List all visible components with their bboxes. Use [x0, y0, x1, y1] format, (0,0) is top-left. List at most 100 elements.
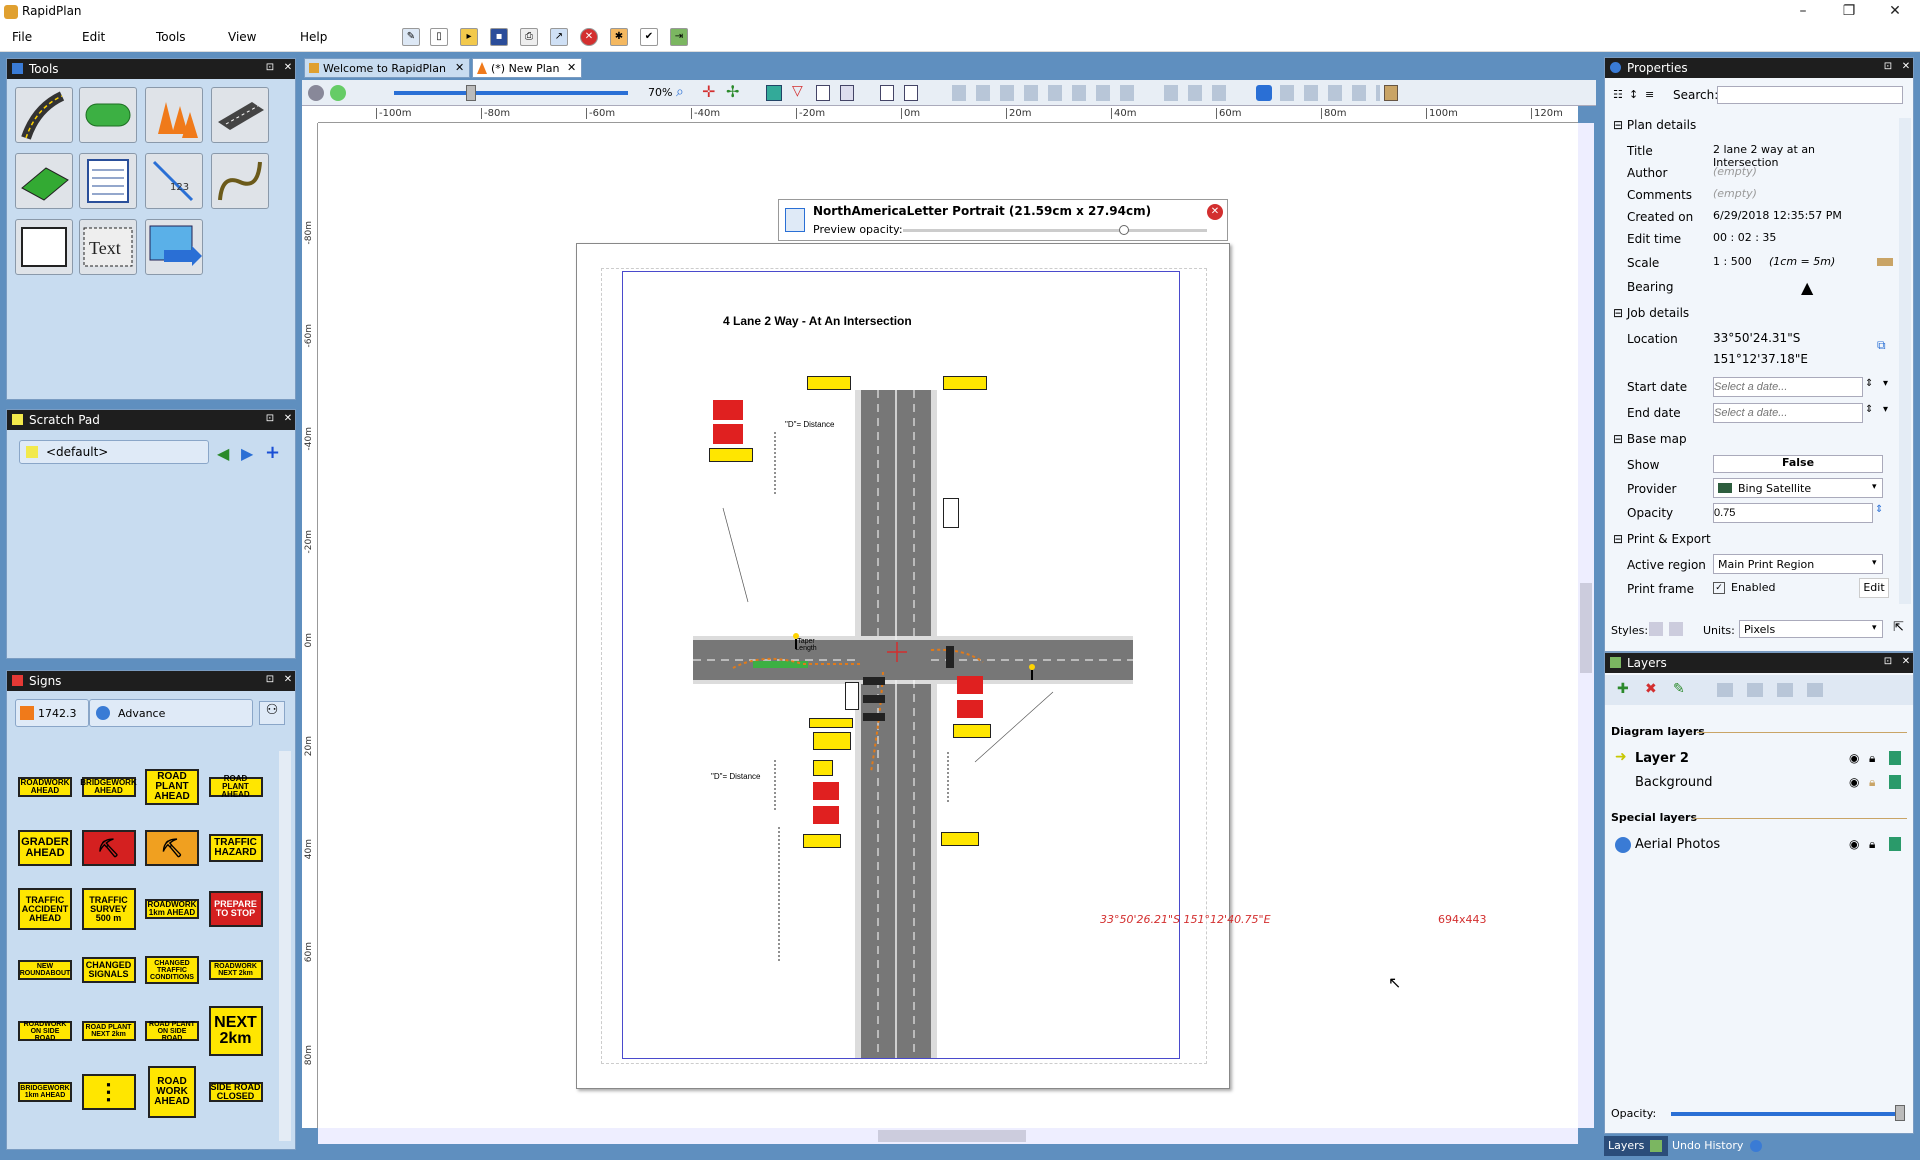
- settings-icon[interactable]: ✱: [610, 28, 628, 46]
- copy-icon[interactable]: ⧉: [1877, 338, 1886, 353]
- sign-end-roadwork[interactable]: [807, 376, 851, 390]
- sign-item[interactable]: GRADER AHEAD: [18, 830, 72, 866]
- categorized-icon[interactable]: ☷: [1613, 88, 1623, 101]
- sign-prepare-top[interactable]: [713, 400, 743, 420]
- bottom-tab-undo-history[interactable]: Undo History: [1668, 1136, 1766, 1156]
- sign-prepare-bottom[interactable]: [813, 782, 839, 800]
- sign-item[interactable]: SIDE ROAD CLOSED: [208, 1082, 263, 1102]
- sign-item[interactable]: TRAFFIC HAZARD: [208, 834, 263, 862]
- minimize-button[interactable]: –: [1780, 0, 1826, 22]
- north-icon[interactable]: ✢: [726, 82, 739, 101]
- sign-end-roadwork-bottom[interactable]: [941, 832, 979, 846]
- cancel-icon[interactable]: ✕: [580, 28, 598, 46]
- sign-item[interactable]: ROAD PLANT NEXT 2km: [81, 1021, 136, 1041]
- close-panel-icon[interactable]: ✕: [1899, 655, 1913, 669]
- list-view-icon[interactable]: ≡: [1645, 88, 1654, 101]
- frame-tool-button[interactable]: [15, 219, 73, 275]
- close-panel-icon[interactable]: ✕: [1899, 60, 1913, 74]
- list-icon[interactable]: [816, 85, 830, 101]
- pin-icon[interactable]: ⊡: [263, 412, 277, 426]
- pin-icon[interactable]: ⊡: [1881, 655, 1895, 669]
- binoculars-icon[interactable]: ⚇: [259, 701, 285, 725]
- sign-worker-right[interactable]: [957, 700, 983, 718]
- author-value[interactable]: (empty): [1713, 165, 1757, 178]
- table-tool-button[interactable]: [79, 153, 137, 209]
- style-icon[interactable]: [1649, 622, 1663, 636]
- layer-edit-icon[interactable]: ✎: [1673, 681, 1685, 697]
- sign-item[interactable]: TRAFFIC SURVEY 500 m: [81, 888, 136, 930]
- close-panel-icon[interactable]: ✕: [281, 412, 295, 426]
- sign-item[interactable]: TRAFFIC ACCIDENT AHEAD: [18, 888, 72, 930]
- page-setup-icon[interactable]: [904, 85, 918, 101]
- menu-file[interactable]: File: [12, 30, 32, 44]
- sign-item[interactable]: ROADWORK AHEAD: [18, 777, 72, 797]
- curve-tool-button[interactable]: [211, 153, 269, 209]
- section-print-export[interactable]: ⊟ Print & Export: [1613, 532, 1845, 552]
- layer-icon[interactable]: [330, 85, 346, 101]
- save-icon[interactable]: ▪: [490, 28, 508, 46]
- sign-item[interactable]: NEXT 2km: [208, 1006, 263, 1056]
- text-tool-button[interactable]: Text: [79, 219, 137, 275]
- sign-worker-top[interactable]: [713, 424, 743, 444]
- start-date-input[interactable]: [1713, 377, 1863, 397]
- menu-view[interactable]: View: [228, 30, 256, 44]
- pin-icon[interactable]: ⊡: [263, 61, 277, 75]
- layer-opacity-thumb[interactable]: [1895, 1105, 1905, 1121]
- back-arrow-icon[interactable]: ◀: [217, 444, 229, 463]
- globe-icon[interactable]: [308, 85, 324, 101]
- sign-item[interactable]: ⛏: [81, 830, 136, 866]
- page-icon[interactable]: [880, 85, 894, 101]
- zoom-icon[interactable]: ⌕: [676, 84, 684, 100]
- sign-pedestrian[interactable]: [809, 718, 853, 728]
- sign-item[interactable]: BRIDGEWORK 1km AHEAD: [18, 1082, 72, 1102]
- close-preview-icon[interactable]: ✕: [1207, 204, 1223, 220]
- tab-new-plan[interactable]: (*) New Plan ✕: [472, 58, 582, 78]
- tab-welcome[interactable]: Welcome to RapidPlan ✕: [304, 58, 470, 78]
- sign-lane-arrows[interactable]: [813, 760, 833, 776]
- close-window-button[interactable]: ✕: [1872, 0, 1918, 22]
- sign-code-select[interactable]: 1742.3: [15, 699, 89, 727]
- maximize-button[interactable]: ❐: [1826, 0, 1872, 22]
- sign-item[interactable]: ROADWORK NEXT 2km: [208, 960, 263, 980]
- sign-item[interactable]: BRIDGEWORK AHEAD: [80, 777, 137, 797]
- shape-tool-button[interactable]: [79, 87, 137, 143]
- sign-category-select[interactable]: Advance: [89, 699, 253, 727]
- close-tab-icon[interactable]: ✕: [455, 61, 464, 74]
- close-tab-icon[interactable]: ✕: [567, 61, 576, 74]
- bottom-tab-layers[interactable]: Layers: [1604, 1136, 1668, 1156]
- pin-icon[interactable]: ⊡: [263, 673, 277, 687]
- sign-worker-bottom[interactable]: [813, 806, 839, 824]
- delete-layer-icon[interactable]: ✖: [1645, 681, 1657, 697]
- sign-traffic-lights[interactable]: [943, 498, 959, 528]
- sign-roadwork-top[interactable]: [709, 448, 753, 462]
- print-frame-checkbox[interactable]: ✓: [1713, 582, 1725, 594]
- print-toggle-icon[interactable]: [1889, 751, 1901, 765]
- sign-prepare-right[interactable]: [957, 676, 983, 694]
- signs-scrollbar[interactable]: [279, 751, 291, 1141]
- sign-item[interactable]: NEW ROUNDABOUT: [18, 960, 72, 980]
- sign-item[interactable]: ROADWORK 1km AHEAD: [145, 899, 199, 919]
- sign-end-roadwork-2[interactable]: [943, 376, 987, 390]
- lock-icon[interactable]: 🔒︎: [1869, 775, 1875, 790]
- zoom-slider-thumb[interactable]: [466, 85, 476, 101]
- style-page-icon[interactable]: [1669, 622, 1683, 636]
- image-tool-button[interactable]: [145, 219, 203, 275]
- active-region-select[interactable]: Main Print Region ▾: [1713, 554, 1883, 574]
- sign-item[interactable]: CHANGED SIGNALS: [81, 957, 136, 983]
- date-spin-icon[interactable]: ⇕: [1865, 404, 1873, 415]
- scale-value[interactable]: 1 : 500: [1713, 255, 1752, 268]
- measure-tool-button[interactable]: 123: [145, 153, 203, 209]
- forward-arrow-icon[interactable]: ▶: [241, 444, 253, 463]
- cones-tool-button[interactable]: [145, 87, 203, 143]
- units-select[interactable]: Pixels ▾: [1739, 620, 1883, 638]
- sign-roadwork-bottom[interactable]: [803, 834, 841, 848]
- end-date-input[interactable]: [1713, 403, 1863, 423]
- menu-tools[interactable]: Tools: [156, 30, 186, 44]
- provider-select[interactable]: Bing Satellite ▾: [1713, 478, 1883, 498]
- print-toggle-icon[interactable]: [1889, 837, 1901, 851]
- print-region[interactable]: 4 Lane 2 Way - At An Intersection "D"= D…: [622, 271, 1180, 1059]
- close-panel-icon[interactable]: ✕: [281, 61, 295, 75]
- center-cross-icon[interactable]: ✛: [702, 82, 715, 101]
- layer-2-item[interactable]: Layer 2: [1635, 751, 1689, 766]
- sign-item[interactable]: ⋮: [81, 1074, 136, 1110]
